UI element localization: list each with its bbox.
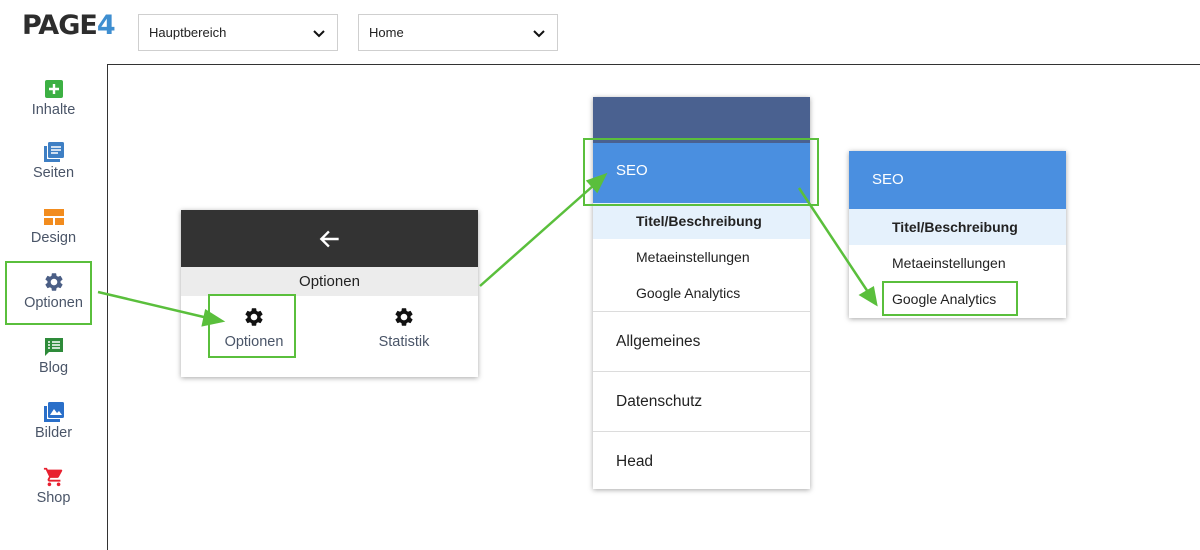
submenu-item-google-analytics[interactable]: Google Analytics [593, 275, 810, 311]
sidebar-item-label: Seiten [32, 165, 75, 181]
option-tile-label: Statistik [378, 334, 430, 350]
chevron-down-icon [313, 29, 325, 37]
menu-item-head[interactable]: Head [593, 431, 810, 491]
highlight-box-google-analytics [882, 281, 1018, 316]
sidebar-item-label: Bilder [34, 425, 73, 441]
submenu-item-metaeinstellungen[interactable]: Metaeinstellungen [593, 239, 810, 275]
sidebar-item-blog[interactable]: Blog [0, 336, 107, 376]
gear-icon [395, 308, 413, 326]
cart-icon [43, 467, 62, 487]
submenu-item-metaeinstellungen[interactable]: Metaeinstellungen [849, 245, 1066, 281]
submenu-item-titel-beschreibung[interactable]: Titel/Beschreibung [849, 209, 1066, 245]
blog-icon [44, 338, 63, 356]
sidebar-item-inhalte[interactable]: Inhalte [0, 78, 107, 118]
bereich-dropdown-value: Hauptbereich [149, 25, 227, 40]
menu-item-datenschutz[interactable]: Datenschutz [593, 371, 810, 431]
options-panel-title: Optionen [181, 267, 478, 296]
sidebar-item-bilder[interactable]: Bilder [0, 401, 107, 441]
option-tile-statistik[interactable]: Statistik [359, 306, 449, 350]
logo-text: PAGE [22, 10, 98, 41]
settings-menu-header [593, 97, 810, 143]
options-panel-header [181, 210, 478, 267]
sidebar-item-label: Blog [38, 360, 69, 376]
sidebar-item-design[interactable]: Design [0, 206, 107, 246]
arrow-left-icon[interactable] [317, 226, 343, 252]
layout-icon [43, 209, 64, 225]
highlight-box-sidebar-optionen [5, 261, 92, 325]
menu-item-allgemeines[interactable]: Allgemeines [593, 311, 810, 371]
highlight-box-seo [583, 138, 819, 206]
images-icon [43, 402, 64, 422]
bereich-dropdown[interactable]: Hauptbereich [138, 14, 338, 51]
submenu-item-titel-beschreibung[interactable]: Titel/Beschreibung [593, 203, 810, 239]
seo-menu-item[interactable]: SEO [849, 151, 1066, 209]
plus-box-icon [44, 80, 63, 98]
seite-dropdown[interactable]: Home [358, 14, 558, 51]
sidebar-item-seiten[interactable]: Seiten [0, 141, 107, 181]
sidebar-item-label: Inhalte [31, 102, 76, 118]
seite-dropdown-value: Home [369, 25, 404, 40]
sidebar-item-label: Shop [36, 490, 71, 506]
chevron-down-icon [533, 29, 545, 37]
sidebar-item-label: Design [30, 230, 77, 246]
pages-icon [43, 142, 64, 162]
logo-number: 4 [96, 10, 116, 41]
sidebar-item-shop[interactable]: Shop [0, 466, 107, 506]
highlight-box-option-optionen [208, 294, 296, 358]
page4-logo[interactable]: PAGE4 [22, 10, 116, 41]
